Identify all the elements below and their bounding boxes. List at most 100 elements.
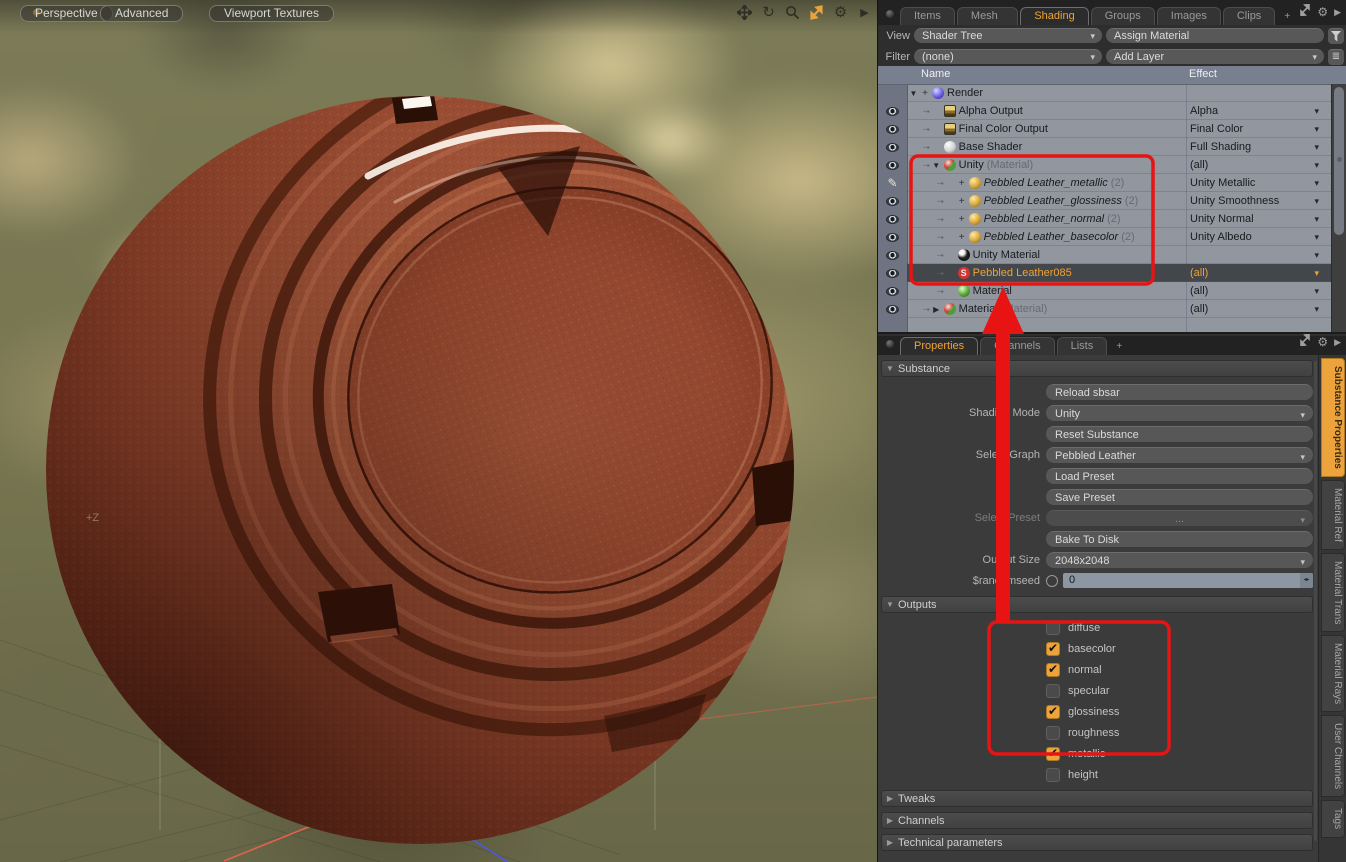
side-tab-tags[interactable]: Tags [1321, 800, 1345, 837]
tree-item[interactable]: ┄▪+Pebbled Leather_metallic(2) [937, 174, 1124, 192]
3d-viewport[interactable]: +Z Perspective Advanced Viewport Texture… [0, 0, 877, 862]
paintbrush-icon[interactable]: ✎ [887, 176, 897, 190]
properties-scrollbar[interactable] [1314, 361, 1317, 841]
effect-cell[interactable]: Full Shading▾ [1190, 138, 1325, 156]
visibility-eye-icon[interactable] [886, 269, 899, 278]
checkbox-metallic[interactable] [1046, 747, 1060, 761]
tree-row-unity-material[interactable]: ┄▪Unity Material ▾ [878, 246, 1332, 264]
effect-cell[interactable]: (all)▾ [1190, 156, 1325, 174]
effect-cell[interactable]: Unity Smoothness▾ [1190, 192, 1325, 210]
effect-cell[interactable]: Unity Metallic▾ [1190, 174, 1325, 192]
-dropdown[interactable]: ...▾ [1046, 510, 1313, 526]
tree-item[interactable]: ┄▪▶Material(Material) [923, 300, 1047, 318]
dropdown-arrow-icon[interactable]: ▾ [1314, 124, 1319, 135]
expand-plus-icon[interactable]: + [958, 232, 966, 243]
tree-row-pebbled-leather-glossiness[interactable]: ┄▪+Pebbled Leather_glossiness(2)Unity Sm… [878, 192, 1332, 210]
visibility-cell[interactable] [878, 228, 907, 246]
tree-row-unity[interactable]: ┄▪▼Unity(Material) (all)▾ [878, 156, 1332, 174]
panel-widget-icon[interactable] [886, 340, 894, 348]
tree-row-final-color-output[interactable]: ┄▪Final Color Output Final Color▾ [878, 120, 1332, 138]
tab-channels[interactable]: Channels [980, 337, 1054, 355]
tree-row-base-shader[interactable]: ┄▪Base Shader Full Shading▾ [878, 138, 1332, 156]
effect-cell[interactable] [1190, 84, 1325, 102]
tree-item[interactable]: ┄▪Alpha Output [923, 102, 1023, 120]
panel-more-icon[interactable]: ▶ [1334, 7, 1341, 18]
expand-panel-icon[interactable] [1299, 333, 1311, 351]
visibility-eye-icon[interactable] [886, 107, 899, 116]
visibility-eye-icon[interactable] [886, 197, 899, 206]
dropdown-arrow-icon[interactable]: ▾ [1314, 142, 1319, 153]
tree-item[interactable]: ┄▪Base Shader [923, 138, 1022, 156]
checkbox-diffuse[interactable] [1046, 621, 1060, 635]
checkbox-height[interactable] [1046, 768, 1060, 782]
tree-item[interactable]: ┄▪Final Color Output [923, 120, 1048, 138]
tree-item[interactable]: ┄▪▼Unity(Material) [923, 156, 1033, 174]
mini-slider-icon[interactable]: ◂▸ [1300, 573, 1313, 588]
section-header-channels[interactable]: ▶Channels [881, 812, 1313, 829]
visibility-cell[interactable] [878, 192, 907, 210]
effect-cell[interactable]: (all)▾ [1190, 264, 1325, 282]
assign-material-button[interactable]: Assign Material [1106, 28, 1324, 43]
save-preset-button[interactable]: Save Preset [1046, 489, 1313, 505]
add-layer-dropdown[interactable]: Add Layer▾ [1106, 49, 1324, 64]
dropdown-arrow-icon[interactable]: ▾ [1314, 106, 1319, 117]
substance-section-header[interactable]: ▼ Substance [881, 360, 1313, 377]
effect-cell[interactable]: ▾ [1190, 246, 1325, 264]
tree-item[interactable]: ┄▪Unity Material [937, 246, 1040, 264]
dropdown-arrow-icon[interactable]: ▾ [1314, 196, 1319, 207]
visibility-eye-icon[interactable] [886, 287, 899, 296]
tree-item[interactable]: ┄▪+Pebbled Leather_normal(2) [937, 210, 1121, 228]
tree-item[interactable]: ▼+Render [909, 84, 983, 102]
visibility-cell[interactable] [878, 282, 907, 300]
fit-view-icon[interactable] [808, 4, 825, 21]
side-tab-material-rays[interactable]: Material Rays [1321, 635, 1345, 712]
dropdown-arrow-icon[interactable]: ▾ [1300, 407, 1305, 423]
dropdown-arrow-icon[interactable]: ▾ [1314, 232, 1319, 243]
expand-plus-icon[interactable]: + [958, 196, 966, 207]
checkbox-glossiness[interactable] [1046, 705, 1060, 719]
tab-lists[interactable]: Lists [1057, 337, 1108, 355]
visibility-eye-icon[interactable] [886, 143, 899, 152]
dropdown-arrow-icon[interactable]: ▾ [1300, 554, 1305, 570]
dropdown-arrow-icon[interactable]: ▾ [1314, 160, 1319, 171]
advanced-button[interactable]: Advanced [100, 5, 183, 22]
add-tab-button[interactable]: + [1109, 338, 1129, 355]
tab-images[interactable]: Images [1157, 7, 1221, 25]
filter-dropdown[interactable]: (none)▾ [914, 49, 1102, 64]
panel-more-icon[interactable]: ▶ [1334, 337, 1341, 348]
expand-panel-icon[interactable] [1299, 3, 1311, 21]
visibility-cell[interactable] [878, 264, 907, 282]
visibility-eye-icon[interactable] [886, 125, 899, 134]
load-preset-button[interactable]: Load Preset [1046, 468, 1313, 484]
outputs-section-header[interactable]: ▼ Outputs [881, 596, 1313, 613]
layer-options-button[interactable]: ≣ [1328, 49, 1344, 65]
effect-cell[interactable]: Final Color▾ [1190, 120, 1325, 138]
rotate-icon[interactable]: ↻ [760, 4, 777, 21]
visibility-eye-icon[interactable] [886, 305, 899, 314]
tree-item[interactable]: ┄▪Pebbled Leather085 [937, 264, 1072, 282]
visibility-eye-icon[interactable] [886, 233, 899, 242]
effect-cell[interactable]: (all)▾ [1190, 282, 1325, 300]
tree-scrollbar-thumb[interactable] [1334, 87, 1344, 235]
tree-row-alpha-output[interactable]: ┄▪Alpha OutputAlpha▾ [878, 102, 1332, 120]
twisty-icon[interactable]: ▼ [909, 89, 918, 98]
reset-substance-button[interactable]: Reset Substance [1046, 426, 1313, 442]
tree-item[interactable]: ┄▪+Pebbled Leather_basecolor(2) [937, 228, 1135, 246]
zoom-icon[interactable] [784, 4, 801, 21]
tab-items[interactable]: Items [900, 7, 955, 25]
dropdown-arrow-icon[interactable]: ▾ [1314, 178, 1319, 189]
perspective-button[interactable]: Perspective [20, 5, 113, 22]
viewport-textures-button[interactable]: Viewport Textures [209, 5, 334, 22]
add-tab-button[interactable]: + [1277, 8, 1297, 25]
more-icon[interactable]: ▶ [856, 4, 873, 21]
dropdown-arrow-icon[interactable]: ▾ [1314, 286, 1319, 297]
tab-shading[interactable]: Shading [1020, 7, 1088, 25]
visibility-eye-icon[interactable] [886, 161, 899, 170]
effect-cell[interactable]: Unity Albedo▾ [1190, 228, 1325, 246]
tree-row-material[interactable]: ┄▪Material(all)▾ [878, 282, 1332, 300]
panel-gear-icon[interactable]: ⚙ [1317, 335, 1328, 349]
visibility-cell[interactable] [878, 138, 907, 156]
dropdown-arrow-icon[interactable]: ▾ [1314, 214, 1319, 225]
side-tab-material-trans[interactable]: Material Trans [1321, 553, 1345, 632]
visibility-cell[interactable] [878, 156, 907, 174]
